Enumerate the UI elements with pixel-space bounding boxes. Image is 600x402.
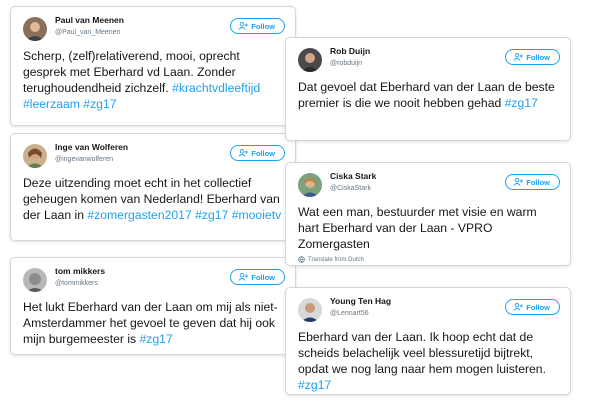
tweet-card-ciska-stark: Ciska Stark @CiskaStark Follow Wat een m… xyxy=(285,162,571,266)
tweet-card-rob-duijn: Rob Duijn @robduijn Follow Dat gevoel da… xyxy=(285,37,571,141)
tweet-card-tom-mikkers: tom mikkers @tommikkers Follow Het lukt … xyxy=(10,257,296,355)
tweet-text: Deze uitzending moet echt in het collect… xyxy=(23,175,285,223)
globe-icon xyxy=(298,256,305,263)
tweet-text: Scherp, (zelf)relativerend, mooi, oprech… xyxy=(23,48,285,112)
follow-button[interactable]: Follow xyxy=(230,145,285,161)
tweet-header: tom mikkers @tommikkers Follow xyxy=(23,266,285,296)
hashtag-link[interactable]: #zg17 xyxy=(83,97,116,111)
tweet-header: Paul van Meenen @Paul_van_Meenen Follow xyxy=(23,15,285,45)
author-handle[interactable]: @robduijn xyxy=(330,58,370,69)
add-user-icon xyxy=(513,53,524,61)
tweet-header: Ciska Stark @CiskaStark Follow xyxy=(298,171,560,201)
translate-link[interactable]: Translate from Dutch xyxy=(298,256,560,263)
hashtag-link[interactable]: #zg17 xyxy=(298,378,331,392)
tweet-text-segment: Wat een man, bestuurder met visie en war… xyxy=(298,205,537,251)
follow-button[interactable]: Follow xyxy=(230,269,285,285)
avatar[interactable] xyxy=(23,268,47,292)
tweet-card-young-ten-hag: Young Ten Hag @Lennart56 Follow Eberhard… xyxy=(285,287,571,395)
avatar[interactable] xyxy=(23,17,47,41)
hashtag-link[interactable]: #krachtvdleeftijd xyxy=(172,81,260,95)
follow-button[interactable]: Follow xyxy=(505,299,560,315)
author-name[interactable]: Young Ten Hag xyxy=(330,296,391,307)
hashtag-link[interactable]: #zg17 xyxy=(195,208,228,222)
tweet-text: Het lukt Eberhard van der Laan om mij al… xyxy=(23,299,285,347)
follow-button[interactable]: Follow xyxy=(230,18,285,34)
add-user-icon xyxy=(238,149,249,157)
follow-label: Follow xyxy=(526,302,550,312)
author-name[interactable]: tom mikkers xyxy=(55,266,105,277)
tweet-text-segment: Eberhard van der Laan. Ik hoop echt dat … xyxy=(298,330,546,376)
tweet-card-inge-van-wolferen: Inge van Wolferen @ingevanwolferen Follo… xyxy=(10,133,296,241)
add-user-icon xyxy=(513,178,524,186)
tweet-header: Rob Duijn @robduijn Follow xyxy=(298,46,560,76)
author-name[interactable]: Paul van Meenen xyxy=(55,15,124,26)
tweet-header: Young Ten Hag @Lennart56 Follow xyxy=(298,296,560,326)
add-user-icon xyxy=(238,273,249,281)
hashtag-link[interactable]: #zg17 xyxy=(140,332,173,346)
follow-label: Follow xyxy=(251,21,275,31)
avatar[interactable] xyxy=(298,298,322,322)
avatar[interactable] xyxy=(23,144,47,168)
hashtag-link[interactable]: #zomergasten2017 xyxy=(87,208,191,222)
follow-button[interactable]: Follow xyxy=(505,174,560,190)
author-name[interactable]: Inge van Wolferen xyxy=(55,142,128,153)
tweet-header: Inge van Wolferen @ingevanwolferen Follo… xyxy=(23,142,285,172)
follow-label: Follow xyxy=(251,272,275,282)
author-handle[interactable]: @CiskaStark xyxy=(330,183,376,194)
tweet-card-paul-van-meenen: Paul van Meenen @Paul_van_Meenen Follow … xyxy=(10,6,296,126)
follow-button[interactable]: Follow xyxy=(505,49,560,65)
follow-label: Follow xyxy=(526,177,550,187)
author-name[interactable]: Ciska Stark xyxy=(330,171,376,182)
add-user-icon xyxy=(513,303,524,311)
follow-label: Follow xyxy=(251,148,275,158)
avatar[interactable] xyxy=(298,48,322,72)
avatar[interactable] xyxy=(298,173,322,197)
hashtag-link[interactable]: #zg17 xyxy=(505,96,538,110)
hashtag-link[interactable]: #mooietv xyxy=(232,208,281,222)
author-handle[interactable]: @ingevanwolferen xyxy=(55,154,128,165)
tweet-text: Eberhard van der Laan. Ik hoop echt dat … xyxy=(298,329,560,393)
follow-label: Follow xyxy=(526,52,550,62)
translate-label: Translate from Dutch xyxy=(308,256,364,263)
author-handle[interactable]: @Lennart56 xyxy=(330,308,391,319)
hashtag-link[interactable]: #leerzaam xyxy=(23,97,80,111)
tweet-text: Wat een man, bestuurder met visie en war… xyxy=(298,204,560,252)
author-handle[interactable]: @tommikkers xyxy=(55,278,105,289)
author-name[interactable]: Rob Duijn xyxy=(330,46,370,57)
add-user-icon xyxy=(238,22,249,30)
tweet-text: Dat gevoel dat Eberhard van der Laan de … xyxy=(298,79,560,111)
author-handle[interactable]: @Paul_van_Meenen xyxy=(55,27,124,38)
